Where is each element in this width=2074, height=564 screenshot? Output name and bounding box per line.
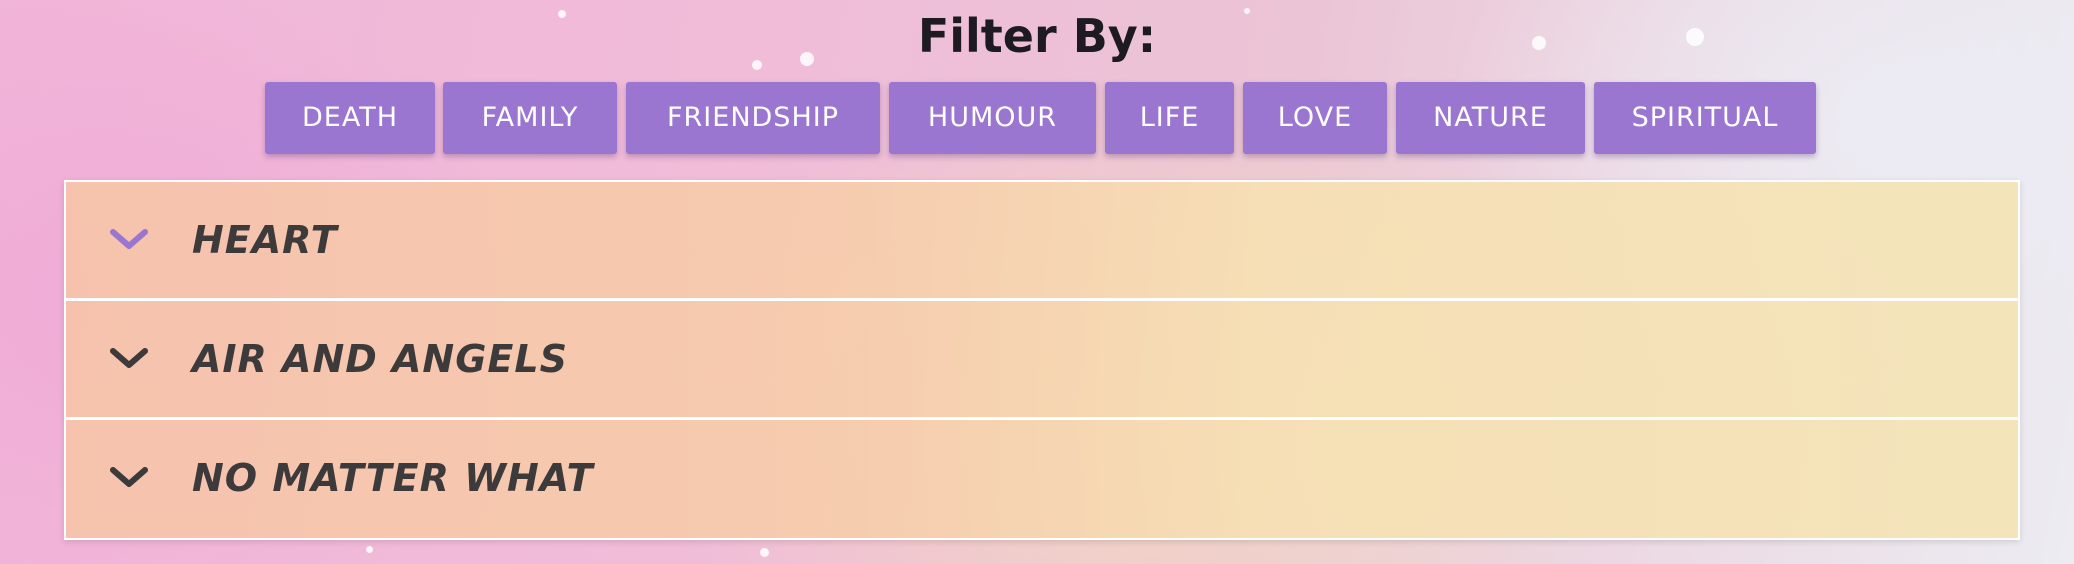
filter-button-spiritual[interactable]: SPIRITUAL [1594,82,1816,154]
poem-item-heart[interactable]: HEART [66,182,2018,298]
filter-button-friendship[interactable]: FRIENDSHIP [626,82,880,154]
poem-title: AIR AND ANGELS [192,337,568,381]
filter-button-family[interactable]: FAMILY [443,82,617,154]
filter-button-life[interactable]: LIFE [1105,82,1234,154]
filter-button-humour[interactable]: HUMOUR [889,82,1096,154]
background-speck [760,548,769,557]
filter-header: Filter By: [0,6,2074,66]
filter-button-bar: DEATH FAMILY FRIENDSHIP HUMOUR LIFE LOVE… [0,82,2074,154]
filter-button-love[interactable]: LOVE [1243,82,1387,154]
poem-title: HEART [192,218,338,262]
chevron-down-icon [108,224,150,254]
filter-button-nature[interactable]: NATURE [1396,82,1585,154]
poem-title: NO MATTER WHAT [192,456,594,500]
background-speck [366,546,373,553]
poem-item-air-and-angels[interactable]: AIR AND ANGELS [66,298,2018,417]
chevron-down-icon [108,343,150,373]
poem-accordion: HEART AIR AND ANGELS NO MATTER WHAT [64,180,2020,540]
filter-button-death[interactable]: DEATH [265,82,435,154]
poem-item-no-matter-what[interactable]: NO MATTER WHAT [66,417,2018,536]
chevron-down-icon [108,462,150,492]
filter-title: Filter By: [917,9,1157,63]
